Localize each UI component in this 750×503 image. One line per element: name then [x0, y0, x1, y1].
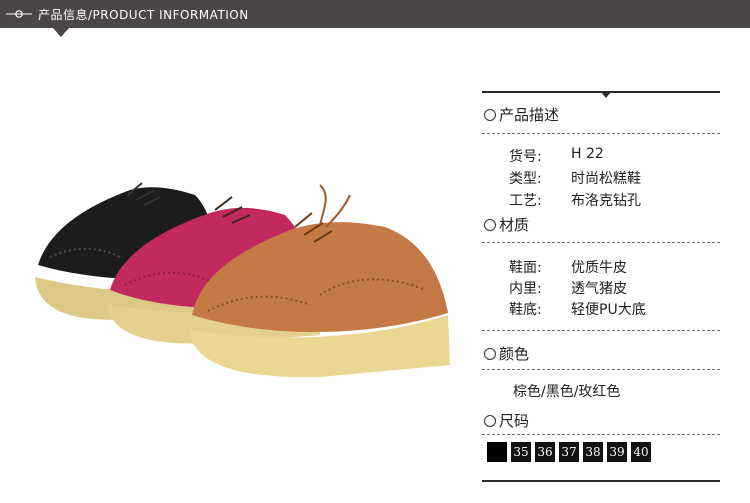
- color-divider: [482, 369, 720, 370]
- description-divider: [482, 133, 720, 134]
- circle-icon: [484, 348, 496, 360]
- upper-label: 鞋面:: [509, 260, 542, 276]
- lining-value: 透气猪皮: [571, 281, 627, 297]
- craft-label: 工艺:: [509, 193, 542, 209]
- size-heading: 尺码: [484, 410, 529, 431]
- size-chip: 35: [511, 442, 531, 462]
- type-value: 时尚松糕鞋: [571, 171, 641, 187]
- size-chips: 35 36 37 38 39 40: [487, 442, 651, 462]
- type-label: 类型:: [509, 171, 542, 187]
- color-value: 棕色/黑色/玫红色: [513, 384, 621, 400]
- description-heading: 产品描述: [484, 104, 559, 125]
- craft-value: 布洛克钻孔: [571, 193, 641, 209]
- header-notch: [53, 28, 69, 37]
- color-heading: 颜色: [484, 343, 529, 364]
- circle-icon: [484, 219, 496, 231]
- sole-label: 鞋底:: [509, 302, 542, 318]
- size-chip: 38: [583, 442, 603, 462]
- size-chip: 36: [535, 442, 555, 462]
- product-photo: [35, 182, 450, 378]
- lining-label: 内里:: [509, 281, 542, 297]
- circle-icon: [484, 109, 496, 121]
- material-heading: 材质: [484, 214, 529, 235]
- size-chip: 39: [607, 442, 627, 462]
- size-chip: 37: [559, 442, 579, 462]
- top-divider-marker: [601, 92, 611, 98]
- item-number-value: H 22: [571, 146, 604, 162]
- size-chip-blank: [487, 442, 507, 462]
- bottom-divider: [482, 480, 720, 482]
- upper-value: 优质牛皮: [571, 260, 627, 276]
- header-bar: 产品信息/PRODUCT INFORMATION: [0, 0, 750, 37]
- sole-value: 轻便PU大底: [571, 302, 646, 318]
- item-number-label: 货号:: [509, 149, 542, 165]
- header-title: 产品信息/PRODUCT INFORMATION: [38, 8, 249, 22]
- material-divider: [482, 242, 720, 243]
- size-divider: [482, 434, 720, 435]
- color-top-divider: [482, 330, 720, 331]
- circle-icon: [484, 415, 496, 427]
- size-chip: 40: [631, 442, 651, 462]
- header-decoration-icon: [6, 10, 32, 18]
